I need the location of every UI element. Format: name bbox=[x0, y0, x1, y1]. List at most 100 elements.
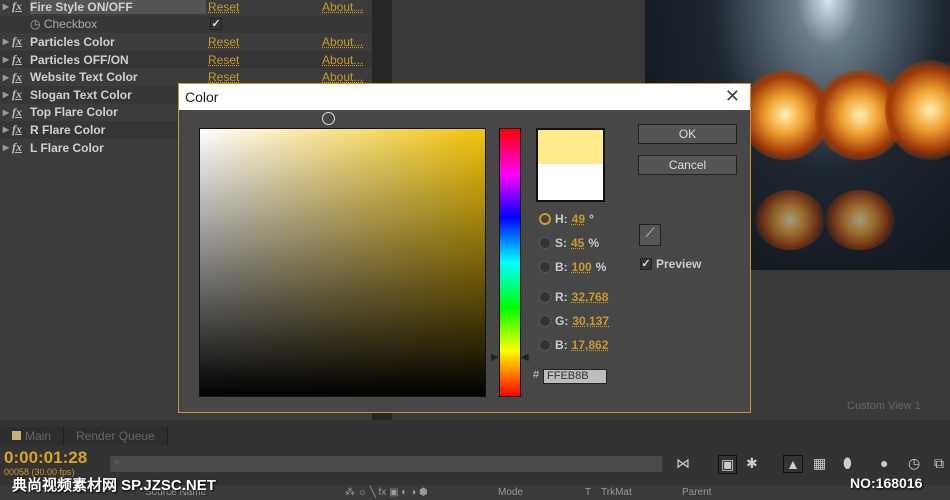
expand-triangle-icon[interactable]: ▶ bbox=[0, 90, 12, 99]
color-dialog: Color ✕ ▶ ◀ OK Cancel H: 49 ° S: 45% B: 100%… bbox=[178, 83, 751, 413]
saturation-brightness-field[interactable] bbox=[199, 128, 486, 397]
draft-3d-icon[interactable]: ▣ bbox=[718, 455, 738, 474]
timeline-tabs: Main Render Queue bbox=[0, 427, 168, 445]
expand-triangle-icon[interactable]: ▶ bbox=[0, 125, 12, 134]
preview-checkbox[interactable]: ✓ Preview bbox=[640, 257, 701, 271]
blue-value[interactable]: 17,862 bbox=[572, 338, 609, 352]
watermark-right: NO:168016 bbox=[850, 475, 923, 491]
brightness-value[interactable]: 100 bbox=[572, 260, 592, 274]
effect-row[interactable]: ▶ fx Fire Style ON/OFF Reset About... bbox=[0, 0, 372, 16]
shy-layers-icon[interactable]: ✱ bbox=[746, 455, 758, 472]
preview-label: Preview bbox=[656, 257, 702, 271]
fx-icon[interactable]: fx bbox=[12, 34, 30, 49]
fx-icon[interactable]: fx bbox=[12, 140, 30, 155]
original-color-swatch[interactable] bbox=[538, 164, 603, 200]
color-swatch bbox=[536, 128, 605, 202]
motion-blur-icon[interactable]: ▦ bbox=[813, 455, 826, 472]
label: H: bbox=[555, 212, 568, 226]
column-trkmat[interactable]: TrkMat bbox=[601, 487, 632, 498]
about-link[interactable]: About... bbox=[322, 53, 363, 67]
label: S: bbox=[555, 236, 567, 250]
unit: % bbox=[595, 260, 607, 274]
reset-link[interactable]: Reset bbox=[208, 0, 239, 14]
red-radio[interactable] bbox=[539, 291, 551, 303]
label: G: bbox=[555, 314, 569, 328]
expand-triangle-icon[interactable]: ▶ bbox=[0, 2, 12, 11]
saturation-radio[interactable] bbox=[539, 237, 551, 249]
effect-row[interactable]: ▶ fx Particles Color Reset About... bbox=[0, 33, 372, 51]
checkbox-icon[interactable]: ✓ bbox=[640, 258, 652, 270]
hue-slider[interactable] bbox=[499, 128, 521, 397]
effect-row[interactable]: ▶ fx Particles OFF/ON Reset About... bbox=[0, 50, 372, 69]
blue-param: B: 17,862 bbox=[539, 338, 608, 352]
brainstorm-icon[interactable]: ● bbox=[880, 455, 888, 471]
effect-name: Fire Style ON/OFF bbox=[30, 0, 206, 14]
expand-triangle-icon[interactable]: ▶ bbox=[0, 143, 12, 152]
checkbox[interactable]: ✓ bbox=[210, 18, 222, 31]
red-value[interactable]: 32,768 bbox=[572, 290, 609, 304]
stopwatch-icon[interactable]: ◷ Checkbox bbox=[30, 17, 206, 31]
view-select[interactable]: Custom View 1 bbox=[847, 400, 921, 412]
cancel-button[interactable]: Cancel bbox=[638, 155, 737, 175]
label: R: bbox=[555, 290, 568, 304]
label: B: bbox=[555, 338, 568, 352]
column-parent[interactable]: Parent bbox=[682, 487, 711, 498]
tab-render-queue[interactable]: Render Queue bbox=[64, 427, 168, 445]
hue-param: H: 49 ° bbox=[539, 212, 594, 226]
hex-input[interactable]: FFEB8B bbox=[543, 369, 607, 384]
hue-slider-handle[interactable]: ▶ bbox=[491, 352, 499, 363]
fx-icon[interactable]: fx bbox=[12, 87, 30, 102]
brightness-radio[interactable] bbox=[539, 261, 551, 273]
saturation-param: S: 45% bbox=[539, 236, 599, 250]
unit: % bbox=[588, 236, 600, 250]
color-picker-marker[interactable] bbox=[322, 112, 335, 125]
column-t[interactable]: T bbox=[585, 487, 591, 498]
dialog-title: Color bbox=[179, 84, 750, 110]
effect-property-row[interactable]: ◷ Checkbox ✓ bbox=[0, 15, 372, 34]
hex-label: # bbox=[533, 369, 540, 381]
green-value[interactable]: 30,137 bbox=[572, 314, 609, 328]
fx-icon[interactable]: fx bbox=[12, 70, 30, 85]
hue-radio[interactable] bbox=[539, 213, 551, 225]
effect-name: Particles OFF/ON bbox=[30, 52, 129, 67]
fx-icon[interactable]: fx bbox=[12, 52, 30, 67]
watermark-left: 典尚视频素材网 SP.JZSC.NET bbox=[12, 477, 216, 494]
current-timecode[interactable]: 0:00:01:28 bbox=[4, 448, 87, 468]
comp-mini-flowchart-icon[interactable]: ⋈ bbox=[676, 455, 690, 472]
expand-triangle-icon[interactable]: ▶ bbox=[0, 73, 12, 82]
about-link[interactable]: About... bbox=[322, 0, 363, 14]
reset-link[interactable]: Reset bbox=[208, 53, 239, 67]
about-link[interactable]: About... bbox=[322, 35, 363, 49]
ok-button[interactable]: OK bbox=[638, 124, 737, 144]
tab-main[interactable]: Main bbox=[0, 427, 65, 445]
column-mode[interactable]: Mode bbox=[498, 487, 523, 498]
expand-triangle-icon[interactable]: ▶ bbox=[0, 37, 12, 46]
fx-icon[interactable]: fx bbox=[12, 0, 30, 14]
fx-icon[interactable]: fx bbox=[12, 105, 30, 120]
effect-name: Particles Color bbox=[30, 34, 115, 49]
expand-triangle-icon[interactable]: ▶ bbox=[0, 108, 12, 117]
graph-editor-icon[interactable]: ⬮ bbox=[843, 455, 852, 472]
frame-blending-icon[interactable]: ▲ bbox=[783, 455, 803, 473]
unit: ° bbox=[589, 212, 594, 226]
brightness-param: B: 100% bbox=[539, 260, 606, 274]
new-color-swatch bbox=[538, 130, 603, 164]
reset-link[interactable]: Reset bbox=[208, 35, 239, 49]
green-radio[interactable] bbox=[539, 315, 551, 327]
hue-value[interactable]: 49 bbox=[572, 212, 585, 226]
fx-icon[interactable]: fx bbox=[12, 122, 30, 137]
switches-icons: ⁂ ☼ ╲ fx ▣ ◐ ◑ ⬢ bbox=[345, 487, 428, 498]
expand-triangle-icon[interactable]: ▶ bbox=[0, 55, 12, 64]
property-name: Checkbox bbox=[43, 17, 98, 32]
hue-slider-handle-right[interactable]: ◀ bbox=[521, 352, 529, 363]
green-param: G: 30,137 bbox=[539, 314, 609, 328]
close-icon[interactable]: ✕ bbox=[725, 86, 740, 107]
eyedropper-icon[interactable]: ⟋ bbox=[639, 224, 661, 246]
tab-label: Main bbox=[25, 429, 52, 443]
red-param: R: 32,768 bbox=[539, 290, 608, 304]
blue-radio[interactable] bbox=[539, 339, 551, 351]
stopwatch-icon[interactable]: ◷ bbox=[908, 455, 920, 472]
saturation-value[interactable]: 45 bbox=[571, 236, 584, 250]
timeline-search-input[interactable]: ⌕ bbox=[110, 456, 662, 472]
render-icon[interactable]: ⧉ bbox=[934, 455, 944, 472]
